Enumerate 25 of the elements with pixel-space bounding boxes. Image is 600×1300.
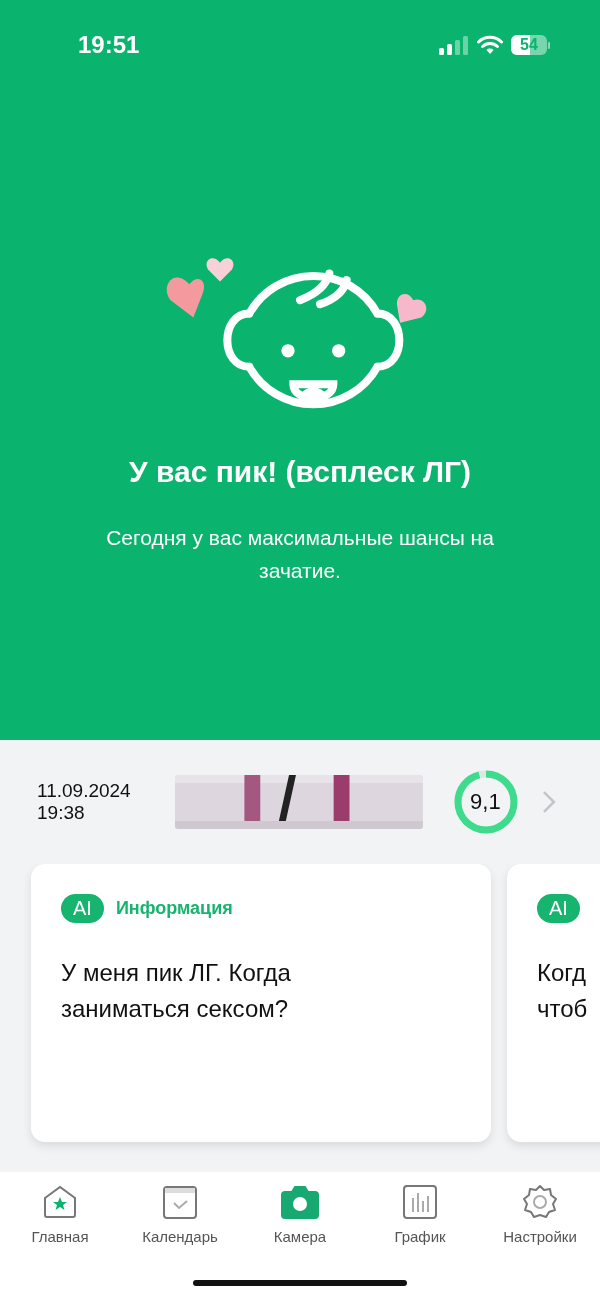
article-card[interactable]: AI Когд чтоб [507,864,600,1142]
tab-button[interactable]: Главная [0,1184,120,1300]
chevron-right-icon[interactable] [542,790,556,814]
ai-badge: AI [537,894,580,923]
home-icon [42,1184,78,1220]
card-question: У меня пик ЛГ. Когда заниматься сексом? [61,958,292,1024]
camera-icon [281,1184,319,1220]
article-card[interactable]: AI Информация У меня пик ЛГ. Когда заниматься сексом? [31,864,491,1142]
status-time: 19:51 [78,31,140,59]
card-question: Когд чтоб [537,958,589,1024]
hero-title: У вас пик! (всплеск ЛГ) [128,455,472,489]
chart-icon [402,1184,438,1220]
tab-button[interactable]: Календарь [120,1184,240,1300]
wifi-icon [477,35,503,55]
test-time: 19:38 [37,802,86,824]
score-ring: 9,1 [452,769,519,835]
signal-icon [439,35,469,55]
ai-badge: AI [61,894,104,923]
hero-subtitle: Сегодня у вас максимальные шансы на зачатие. [105,525,495,584]
settings-icon [522,1184,558,1220]
calendar-icon [162,1184,198,1220]
tab-button[interactable]: График [360,1184,480,1300]
card-category: Информация [115,898,233,919]
test-date: 11.09.2024 [37,780,132,802]
tab-button[interactable]: Настройки [480,1184,600,1300]
